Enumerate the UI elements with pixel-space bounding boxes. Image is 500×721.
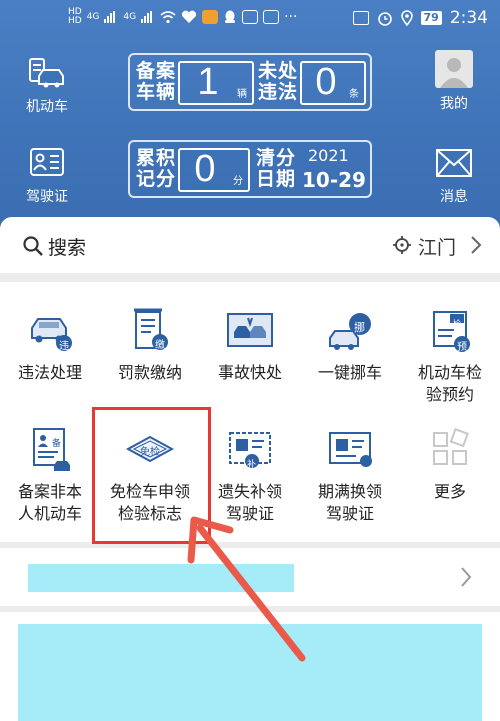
payment-badge: 缴 <box>155 340 165 351</box>
service-move-car[interactable]: 挪 一键挪车 <box>300 308 400 384</box>
app-notification-icon <box>202 10 219 24</box>
id-card-icon <box>27 146 67 180</box>
car-violation-icon: 违 <box>26 308 74 354</box>
registered-vehicles-unit: 辆 <box>237 89 247 100</box>
mine-label: 我的 <box>440 96 468 112</box>
reissue-badge: 补 <box>247 460 257 470</box>
violation-badge: 违 <box>59 341 69 352</box>
ticket-icon: 缴 <box>126 308 174 354</box>
license-button[interactable]: 驾驶证 <box>12 146 82 206</box>
service-more[interactable]: 更多 <box>400 427 500 503</box>
move-badge: 挪 <box>354 321 365 334</box>
service-renew-license[interactable]: 期满换领驾驶证 <box>300 427 400 525</box>
search-bar[interactable]: 搜索 江门 <box>0 217 500 273</box>
redacted-block <box>28 564 294 592</box>
clear-date-year: 2021 <box>308 146 349 165</box>
points-count: 0 <box>194 148 216 190</box>
license-label: 驾驶证 <box>26 189 68 205</box>
mail-icon <box>434 146 474 180</box>
alarm-icon <box>377 12 392 26</box>
qq-icon <box>225 10 236 23</box>
unhandled-violations-count: 0 <box>315 61 337 103</box>
registered-vehicles-label: 备案 车辆 <box>136 60 177 103</box>
location-icon <box>400 10 413 26</box>
battery-indicator: 79 <box>420 11 442 25</box>
service-accident[interactable]: 事故快处 <box>200 308 300 384</box>
service-label: 遗失补领驾驶证 <box>217 482 282 523</box>
chevron-right-icon <box>461 567 472 587</box>
services-grid: 违 违法处理 缴 罚款缴纳 事故快处 挪 一键挪车 检 预 机动车检验预约 备 … <box>0 282 500 542</box>
service-fine-payment[interactable]: 缴 罚款缴纳 <box>100 308 200 384</box>
more-grid-icon <box>426 427 474 473</box>
network-type: 4G <box>86 11 100 22</box>
service-register-other-vehicle[interactable]: 备 备案非本人机动车 <box>0 427 100 525</box>
service-vehicle-inspection[interactable]: 检 预 机动车检验预约 <box>400 308 500 406</box>
car-icon <box>27 56 67 90</box>
header: HD HD 4G 4G ··· 79 2:34 机动车 驾驶证 我的 消息 备案… <box>0 0 500 235</box>
banner-row[interactable] <box>0 548 500 606</box>
unhandled-violations-unit: 条 <box>349 89 359 100</box>
renew-license-icon <box>326 427 374 473</box>
register-badge: 备 <box>52 439 62 449</box>
reissue-license-icon: 补 <box>226 427 274 473</box>
service-label: 备案非本人机动车 <box>17 482 82 523</box>
vehicle-label: 机动车 <box>26 99 68 115</box>
move-car-icon: 挪 <box>326 308 374 354</box>
avatar <box>435 50 473 88</box>
notification-icon <box>242 10 259 24</box>
inspection-icon: 检 预 <box>426 308 474 354</box>
service-label: 罚款缴纳 <box>117 363 182 382</box>
search-label: 搜索 <box>48 237 87 259</box>
message-label: 消息 <box>440 189 468 205</box>
mine-button[interactable]: 我的 <box>419 50 489 113</box>
crosshair-location-icon <box>393 236 411 254</box>
points-label: 累积 记分 <box>136 147 177 190</box>
more-notifications-icon: ··· <box>284 9 298 25</box>
hd-indicator: HD <box>68 16 82 26</box>
redacted-block <box>18 624 482 721</box>
register-vehicle-icon: 备 <box>26 427 74 473</box>
status-bar: HD HD 4G 4G ··· 79 2:34 <box>0 0 500 36</box>
points-unit: 分 <box>233 176 243 187</box>
registered-vehicles-count: 1 <box>197 61 219 103</box>
registered-vehicles-panel[interactable]: 备案 车辆 1 辆 未处 违法 0 条 <box>128 53 372 111</box>
service-label: 机动车检验预约 <box>417 363 482 404</box>
network-type: 4G <box>123 11 137 22</box>
inspection-top-badge: 检 <box>453 319 461 328</box>
vehicle-button[interactable]: 机动车 <box>12 56 82 116</box>
health-icon <box>182 10 197 23</box>
signal-icon <box>141 11 155 23</box>
clear-date-day: 10-29 <box>302 168 366 192</box>
service-violation[interactable]: 违 违法处理 <box>0 308 100 384</box>
service-label: 期满换领驾驶证 <box>317 482 382 523</box>
chevron-right-icon <box>471 236 482 254</box>
nfc-icon <box>352 11 369 25</box>
search-icon <box>23 236 43 256</box>
service-reissue-license[interactable]: 补 遗失补领驾驶证 <box>200 427 300 525</box>
service-label: 违法处理 <box>17 363 82 382</box>
points-panel[interactable]: 累积 记分 0 分 清分 日期 2021 10-29 <box>128 140 372 198</box>
unhandled-violations-label: 未处 违法 <box>258 60 299 103</box>
notification-icon <box>263 10 280 24</box>
appointment-badge: 预 <box>457 342 467 353</box>
message-button[interactable]: 消息 <box>419 146 489 206</box>
wifi-icon <box>160 11 176 24</box>
accident-icon <box>226 308 274 354</box>
service-label: 事故快处 <box>217 363 282 382</box>
content-card[interactable] <box>0 612 500 721</box>
service-label: 一键挪车 <box>317 363 382 382</box>
signal-icon <box>104 11 118 23</box>
clear-date-label: 清分 日期 <box>256 147 297 190</box>
highlight-box <box>92 407 211 544</box>
clock: 2:34 <box>449 8 488 28</box>
service-label: 更多 <box>433 482 466 501</box>
location-selector[interactable]: 江门 <box>418 233 456 260</box>
